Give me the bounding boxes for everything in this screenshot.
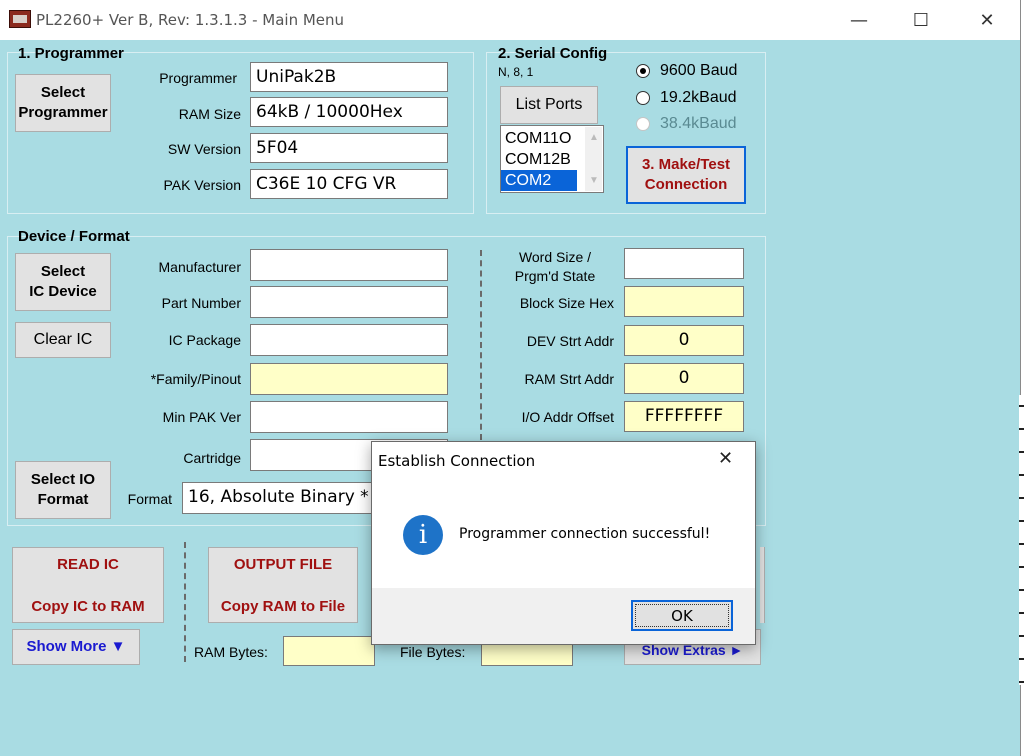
dialog-message: Programmer connection successful! bbox=[459, 526, 711, 542]
output-file-button[interactable]: OUTPUT FILE Copy RAM to File bbox=[208, 547, 358, 623]
format-select[interactable]: 16, Absolute Binary * bbox=[182, 482, 382, 514]
minimize-icon[interactable]: — bbox=[836, 0, 882, 40]
show-more-button[interactable]: Show More ▼ bbox=[12, 629, 140, 665]
baud-9600-label: 9600 Baud bbox=[660, 62, 738, 79]
block-size-field[interactable] bbox=[624, 286, 744, 317]
format-label: Format bbox=[127, 491, 172, 507]
port-item-selected[interactable]: COM2 bbox=[501, 170, 577, 191]
output-file-title: OUTPUT FILE bbox=[233, 556, 333, 573]
io-addr-offset-field[interactable]: FFFFFFFF bbox=[624, 401, 744, 432]
ports-listbox[interactable]: COM11O COM12B COM2 ▲ ▼ bbox=[500, 125, 604, 193]
ram-start-addr-label: RAM Strt Addr bbox=[524, 371, 614, 387]
read-ic-title: READ IC bbox=[57, 556, 119, 573]
serial-format-text: N, 8, 1 bbox=[498, 65, 534, 79]
family-pinout-field[interactable] bbox=[250, 363, 448, 395]
app-icon bbox=[9, 10, 31, 28]
select-programmer-button[interactable]: Select Programmer bbox=[15, 74, 111, 132]
ports-scrollbar[interactable]: ▲ ▼ bbox=[585, 127, 602, 191]
window-title: PL2260+ Ver B, Rev: 1.3.1.3 - Main Menu bbox=[36, 11, 345, 29]
read-ic-button[interactable]: READ IC Copy IC to RAM bbox=[12, 547, 164, 623]
ic-package-field[interactable] bbox=[250, 324, 448, 356]
sw-version-field[interactable]: 5F04 bbox=[250, 133, 448, 163]
dev-start-addr-field[interactable]: 0 bbox=[624, 325, 744, 356]
close-icon[interactable]: ✕ bbox=[964, 0, 1010, 40]
manufacturer-field[interactable] bbox=[250, 249, 448, 281]
part-number-label: Part Number bbox=[161, 295, 241, 311]
background-checkbox-edges bbox=[1019, 395, 1024, 685]
action-divider bbox=[184, 542, 186, 662]
title-bar: PL2260+ Ver B, Rev: 1.3.1.3 - Main Menu … bbox=[0, 0, 1020, 40]
block-size-label: Block Size Hex bbox=[519, 295, 614, 311]
ram-size-field[interactable]: 64kB / 10000Hex bbox=[250, 97, 448, 127]
baud-38400-radio: 38.4kBaud bbox=[636, 115, 737, 133]
file-bytes-label: File Bytes: bbox=[400, 644, 466, 660]
pak-version-field[interactable]: C36E 10 CFG VR bbox=[250, 169, 448, 199]
device-divider bbox=[480, 250, 482, 440]
sw-version-label: SW Version bbox=[167, 141, 241, 157]
maximize-icon[interactable]: ☐ bbox=[898, 0, 944, 40]
word-size-label: Word Size / Prgm'd State bbox=[514, 249, 596, 284]
select-io-format-button[interactable]: Select IO Format bbox=[15, 461, 111, 519]
baud-9600-radio[interactable]: 9600 Baud bbox=[636, 62, 737, 80]
dialog-title: Establish Connection bbox=[378, 452, 536, 470]
word-size-field[interactable] bbox=[624, 248, 744, 279]
programmer-field[interactable]: UniPak2B bbox=[250, 62, 448, 92]
device-format-label: Device / Format bbox=[18, 228, 130, 245]
ram-bytes-label: RAM Bytes: bbox=[194, 644, 268, 660]
list-ports-button[interactable]: List Ports bbox=[500, 86, 598, 124]
dialog-close-icon[interactable]: ✕ bbox=[718, 448, 733, 469]
part-number-field[interactable] bbox=[250, 286, 448, 318]
hidden-button-edge bbox=[760, 547, 765, 623]
select-ic-device-button[interactable]: Select IC Device bbox=[15, 253, 111, 311]
programmer-label: Programmer bbox=[159, 70, 237, 86]
ram-start-addr-field[interactable]: 0 bbox=[624, 363, 744, 394]
min-pak-ver-label: Min PAK Ver bbox=[162, 409, 241, 425]
serial-config-label: 2. Serial Config bbox=[498, 45, 608, 62]
dev-start-addr-label: DEV Strt Addr bbox=[526, 333, 614, 349]
programmer-group-label: 1. Programmer bbox=[18, 45, 124, 62]
baud-38400-label: 38.4kBaud bbox=[660, 115, 737, 132]
pak-version-label: PAK Version bbox=[163, 177, 241, 193]
manufacturer-label: Manufacturer bbox=[158, 259, 241, 275]
clear-ic-button[interactable]: Clear IC bbox=[15, 322, 111, 358]
scroll-up-icon[interactable]: ▲ bbox=[589, 132, 599, 143]
ram-bytes-field[interactable] bbox=[283, 636, 375, 666]
min-pak-ver-field[interactable] bbox=[250, 401, 448, 433]
radio-unchecked-icon bbox=[636, 91, 650, 105]
radio-disabled-icon bbox=[636, 117, 650, 131]
baud-19200-radio[interactable]: 19.2kBaud bbox=[636, 89, 737, 107]
io-addr-offset-label: I/O Addr Offset bbox=[521, 409, 614, 425]
info-icon: i bbox=[403, 515, 443, 555]
ram-size-label: RAM Size bbox=[178, 106, 241, 122]
output-file-subtitle: Copy RAM to File bbox=[220, 598, 346, 615]
baud-19200-label: 19.2kBaud bbox=[660, 89, 737, 106]
radio-checked-icon bbox=[636, 64, 650, 78]
cartridge-label: Cartridge bbox=[183, 450, 241, 466]
scroll-down-icon[interactable]: ▼ bbox=[589, 175, 599, 186]
ok-button[interactable]: OK bbox=[631, 600, 733, 631]
establish-connection-dialog: Establish Connection ✕ i Programmer conn… bbox=[371, 441, 756, 645]
read-ic-subtitle: Copy IC to RAM bbox=[31, 598, 145, 615]
make-test-connection-button[interactable]: 3. Make/Test Connection bbox=[626, 146, 746, 204]
ic-package-label: IC Package bbox=[168, 332, 241, 348]
family-pinout-label: *Family/Pinout bbox=[150, 371, 241, 387]
